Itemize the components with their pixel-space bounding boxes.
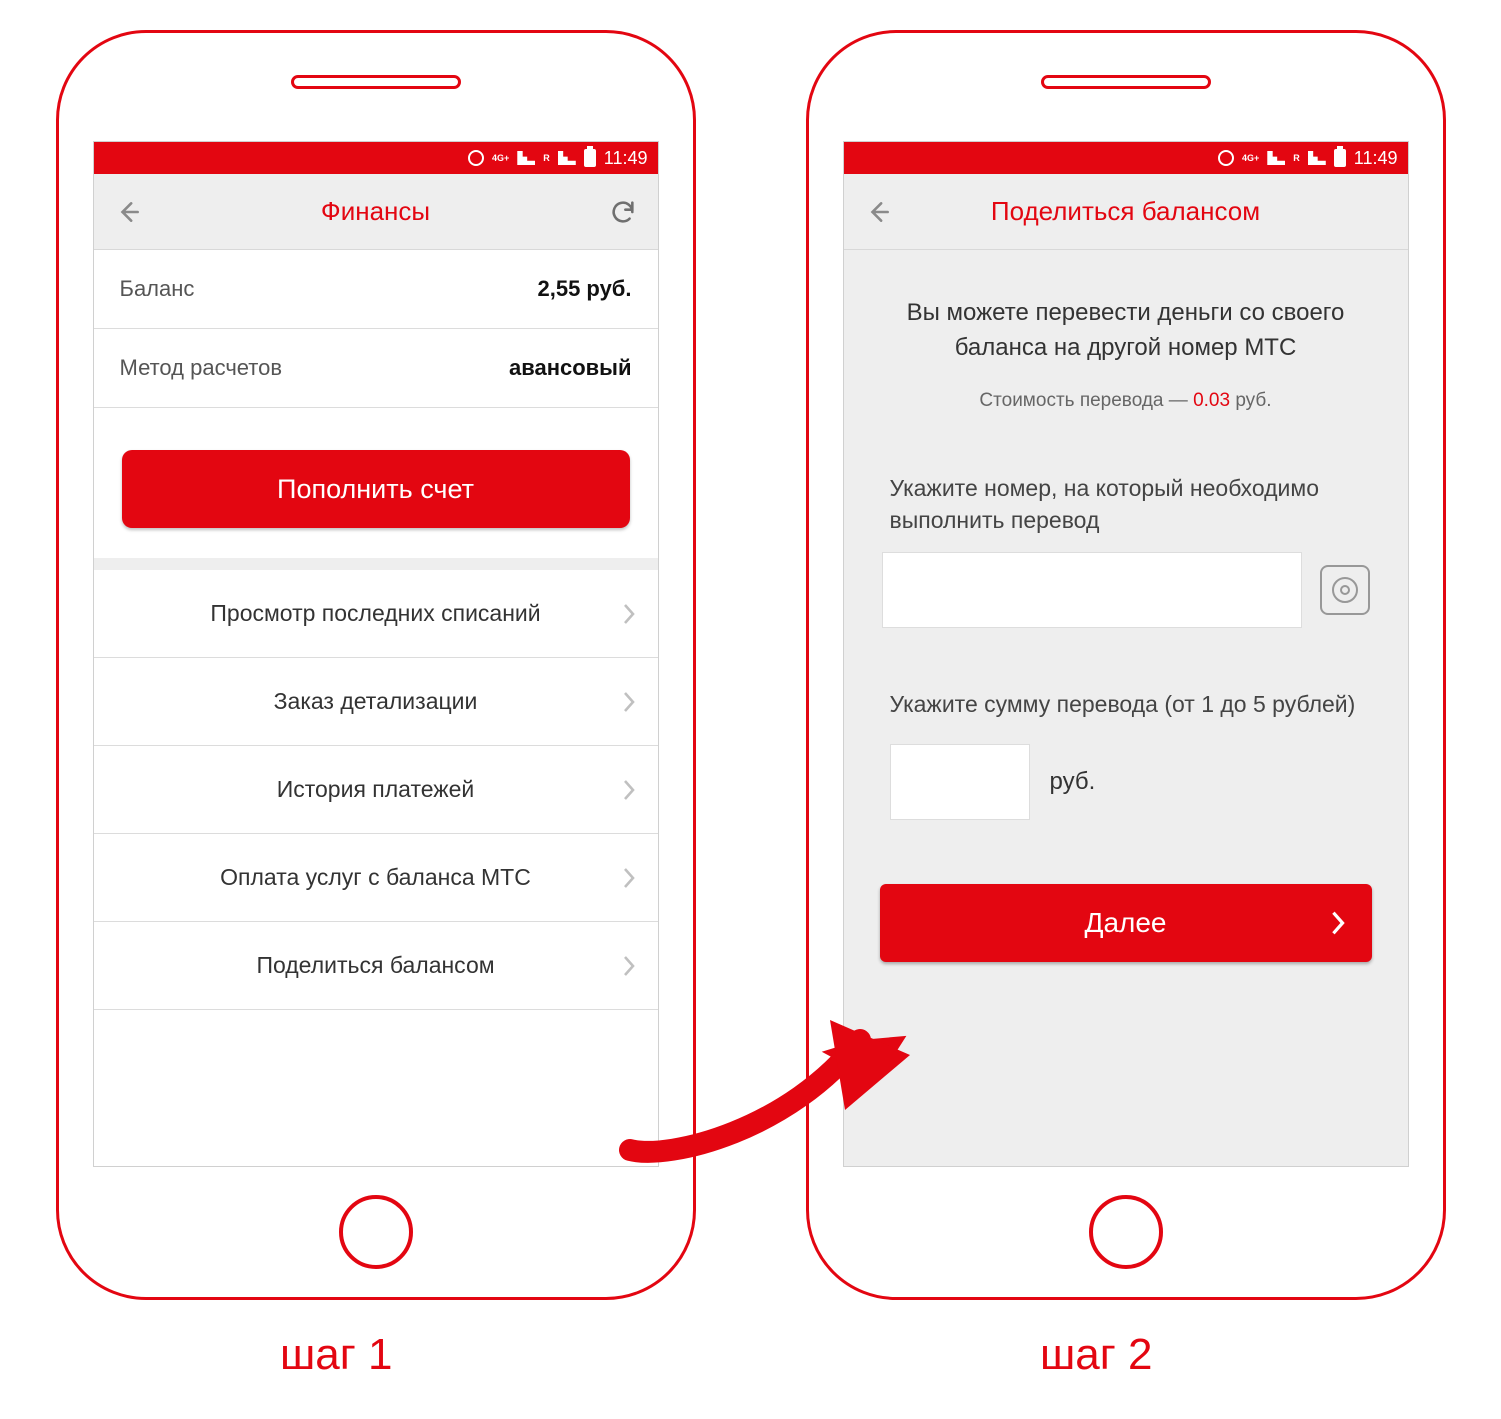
list-item-label: Оплата услуг с баланса МТС bbox=[220, 864, 531, 891]
cost-line: Стоимость перевода — 0.03 руб. bbox=[844, 376, 1408, 412]
arrow-left-icon bbox=[116, 199, 142, 225]
balance-value: 2,55 руб. bbox=[537, 276, 631, 302]
list-item-label: Просмотр последних списаний bbox=[210, 600, 540, 627]
amount-input[interactable] bbox=[890, 744, 1030, 820]
cost-amount: 0.03 bbox=[1193, 390, 1230, 411]
stage: 4G+ R 11:49 Финансы Баланс 2,55 р bbox=[0, 0, 1501, 1300]
list-item[interactable]: Просмотр последних списаний bbox=[94, 570, 658, 658]
amount-input-row: руб. bbox=[844, 736, 1408, 828]
balance-row: Баланс 2,55 руб. bbox=[94, 250, 658, 329]
arrow-left-icon bbox=[866, 199, 892, 225]
screen-2: 4G+ R 11:49 Поделиться балансом Вы может… bbox=[843, 141, 1409, 1167]
list-item-label: Поделиться балансом bbox=[256, 952, 494, 979]
form-body: Вы можете перевести деньги со своего бал… bbox=[844, 250, 1408, 1166]
phone-number-input[interactable] bbox=[882, 552, 1302, 628]
next-button[interactable]: Далее bbox=[880, 884, 1372, 962]
signal2-icon bbox=[1308, 151, 1326, 165]
topup-button[interactable]: Пополнить счет bbox=[122, 450, 630, 528]
description: Вы можете перевести деньги со своего бал… bbox=[844, 250, 1408, 376]
list-item[interactable]: Поделиться балансом bbox=[94, 922, 658, 1010]
next-label: Далее bbox=[1084, 907, 1166, 938]
caption-step1: шаг 1 bbox=[280, 1330, 393, 1380]
roam-tag: R bbox=[543, 154, 550, 163]
rub-label: руб. bbox=[1050, 768, 1096, 796]
caption-step2: шаг 2 bbox=[1040, 1330, 1153, 1380]
pick-contact-button[interactable] bbox=[1320, 565, 1370, 615]
globe-icon bbox=[468, 150, 484, 166]
method-label: Метод расчетов bbox=[120, 355, 283, 381]
battery-icon bbox=[1334, 149, 1346, 167]
network-tag: 4G+ bbox=[492, 154, 509, 163]
refresh-button[interactable] bbox=[608, 197, 638, 227]
method-row: Метод расчетов авансовый bbox=[94, 329, 658, 408]
cost-suffix: руб. bbox=[1230, 390, 1272, 411]
list-item-label: История платежей bbox=[277, 776, 475, 803]
chevron-right-icon bbox=[622, 955, 636, 977]
method-value: авансовый bbox=[509, 355, 632, 381]
roam-tag: R bbox=[1293, 154, 1300, 163]
signal-icon bbox=[517, 151, 535, 165]
list-item-label: Заказ детализации bbox=[274, 688, 478, 715]
network-tag: 4G+ bbox=[1242, 154, 1259, 163]
app-bar: Финансы bbox=[94, 174, 658, 250]
app-bar: Поделиться балансом bbox=[844, 174, 1408, 250]
home-button-icon bbox=[1089, 1195, 1163, 1269]
status-bar: 4G+ R 11:49 bbox=[844, 142, 1408, 174]
speaker-icon bbox=[1041, 75, 1211, 89]
refresh-icon bbox=[609, 198, 637, 226]
balance-block: Баланс 2,55 руб. Метод расчетов авансовы… bbox=[94, 250, 658, 558]
globe-icon bbox=[1218, 150, 1234, 166]
clock: 11:49 bbox=[1354, 148, 1398, 169]
contact-icon bbox=[1332, 577, 1358, 603]
menu-list: Просмотр последних списаний Заказ детали… bbox=[94, 558, 658, 1010]
clock: 11:49 bbox=[604, 148, 648, 169]
page-title: Поделиться балансом bbox=[991, 196, 1260, 227]
screen-1: 4G+ R 11:49 Финансы Баланс 2,55 р bbox=[93, 141, 659, 1167]
list-item[interactable]: Оплата услуг с баланса МТС bbox=[94, 834, 658, 922]
list-item[interactable]: История платежей bbox=[94, 746, 658, 834]
status-bar: 4G+ R 11:49 bbox=[94, 142, 658, 174]
chevron-right-icon bbox=[1330, 910, 1346, 936]
chevron-right-icon bbox=[622, 867, 636, 889]
page-title: Финансы bbox=[321, 196, 430, 227]
list-item[interactable]: Заказ детализации bbox=[94, 658, 658, 746]
battery-icon bbox=[584, 149, 596, 167]
back-button[interactable] bbox=[114, 197, 144, 227]
balance-label: Баланс bbox=[120, 276, 195, 302]
chevron-right-icon bbox=[622, 779, 636, 801]
chevron-right-icon bbox=[622, 603, 636, 625]
phone-step1: 4G+ R 11:49 Финансы Баланс 2,55 р bbox=[56, 30, 696, 1300]
back-button[interactable] bbox=[864, 197, 894, 227]
home-button-icon bbox=[339, 1195, 413, 1269]
signal2-icon bbox=[558, 151, 576, 165]
speaker-icon bbox=[291, 75, 461, 89]
number-label: Укажите номер, на который необходимо вып… bbox=[844, 412, 1408, 552]
cost-prefix: Стоимость перевода — bbox=[979, 390, 1193, 411]
signal-icon bbox=[1267, 151, 1285, 165]
amount-label: Укажите сумму перевода (от 1 до 5 рублей… bbox=[844, 628, 1408, 736]
chevron-right-icon bbox=[622, 691, 636, 713]
number-input-row bbox=[844, 552, 1408, 628]
phone-step2: 4G+ R 11:49 Поделиться балансом Вы может… bbox=[806, 30, 1446, 1300]
